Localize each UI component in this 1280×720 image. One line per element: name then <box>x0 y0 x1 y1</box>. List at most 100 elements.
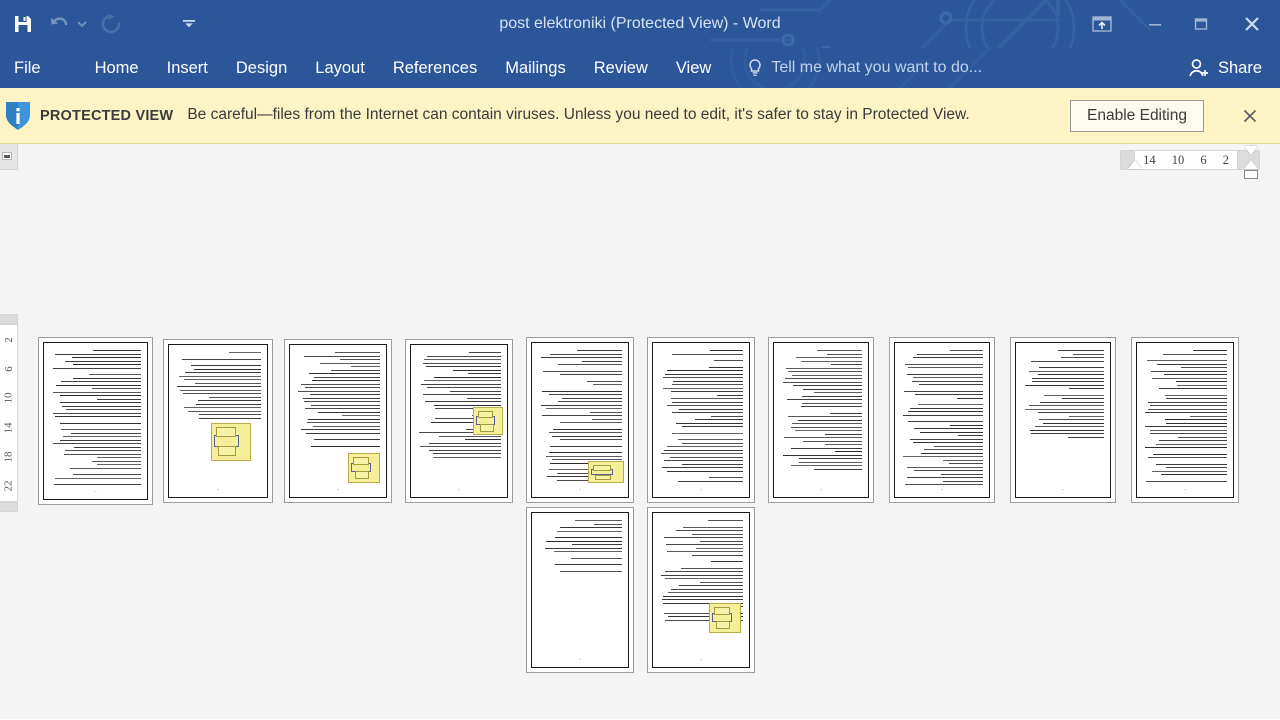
text-line <box>1159 440 1227 442</box>
tab-references[interactable]: References <box>379 48 491 88</box>
share-button[interactable]: Share <box>1174 48 1280 88</box>
maximize-button[interactable] <box>1178 0 1224 48</box>
text-line <box>1069 415 1104 417</box>
customize-quick-access-button[interactable] <box>174 9 204 39</box>
text-line <box>426 387 501 389</box>
redo-button[interactable] <box>96 9 126 39</box>
share-person-icon <box>1188 58 1210 78</box>
page-thumbnail[interactable]: – <box>889 337 995 503</box>
save-button[interactable] <box>8 9 38 39</box>
tab-mailings[interactable]: Mailings <box>491 48 580 88</box>
page-thumbnail[interactable]: – <box>405 339 513 503</box>
text-line <box>785 367 862 369</box>
text-line <box>940 473 983 475</box>
text-line <box>549 432 622 434</box>
text-line <box>311 445 380 447</box>
close-button[interactable] <box>1224 0 1280 48</box>
text-line <box>710 561 743 563</box>
text-line <box>1176 384 1227 386</box>
page-thumbnail[interactable]: – <box>526 337 634 503</box>
close-message-bar-button[interactable] <box>1238 104 1262 128</box>
text-line <box>913 442 983 444</box>
minimize-button[interactable] <box>1132 0 1178 48</box>
first-line-indent-marker[interactable] <box>1244 146 1258 155</box>
tab-view[interactable]: View <box>662 48 725 88</box>
text-line <box>957 435 983 437</box>
ruler-corner-box[interactable] <box>0 144 18 170</box>
tab-review[interactable]: Review <box>580 48 662 88</box>
text-line <box>185 372 261 374</box>
document-workspace[interactable]: 14 10 6 2 2 6 10 14 18 22 – – – – – – – – – – – – <box>0 144 1280 719</box>
text-line <box>907 367 983 369</box>
text-line <box>661 467 743 469</box>
text-line <box>666 551 743 553</box>
text-line <box>571 544 622 546</box>
tab-file[interactable]: File <box>0 48 57 88</box>
text-line <box>425 366 501 368</box>
text-line <box>1037 412 1104 414</box>
horizontal-ruler[interactable]: 14 10 6 2 <box>1134 150 1238 170</box>
text-line <box>682 526 743 528</box>
undo-button[interactable] <box>44 9 74 39</box>
page-thumbnail[interactable]: – <box>526 507 634 673</box>
page-thumbnail[interactable]: – <box>1010 337 1116 503</box>
page-thumbnail[interactable]: – <box>647 507 755 673</box>
text-line <box>70 467 141 469</box>
page-thumbnail[interactable]: – <box>38 337 153 505</box>
tell-me-search[interactable]: Tell me what you want to do... <box>747 48 982 88</box>
text-line <box>791 465 862 467</box>
text-line <box>1180 367 1227 369</box>
text-line <box>784 437 862 439</box>
hruler-tick: 2 <box>1222 152 1229 167</box>
redo-icon <box>101 14 121 34</box>
text-line <box>1058 350 1104 352</box>
text-line <box>542 390 622 392</box>
text-line <box>594 523 622 525</box>
maximize-icon <box>1194 18 1208 30</box>
page-number: – <box>458 486 460 491</box>
vertical-ruler[interactable]: 2 6 10 14 18 22 <box>0 324 18 502</box>
text-line <box>796 357 862 359</box>
text-line <box>350 366 380 368</box>
text-line <box>574 520 622 522</box>
tab-design[interactable]: Design <box>222 48 301 88</box>
text-line <box>421 383 501 385</box>
text-line <box>1176 381 1227 383</box>
text-line <box>1150 370 1227 372</box>
tab-insert[interactable]: Insert <box>153 48 222 88</box>
text-line <box>692 554 743 556</box>
text-line <box>558 401 622 403</box>
tab-home[interactable]: Home <box>81 48 153 88</box>
text-line <box>1153 453 1227 455</box>
text-line <box>1025 408 1104 410</box>
text-line <box>661 453 743 455</box>
left-indent-box-marker[interactable] <box>1244 170 1258 179</box>
text-line <box>802 388 862 390</box>
tab-layout[interactable]: Layout <box>301 48 379 88</box>
page-thumbnail[interactable]: – <box>647 337 755 503</box>
undo-dropdown-button[interactable] <box>74 9 90 39</box>
ribbon-display-options-icon <box>1092 16 1112 32</box>
text-line <box>546 540 622 542</box>
hruler-tick: 6 <box>1200 152 1207 167</box>
page-thumbnail[interactable]: – <box>1131 337 1239 503</box>
text-line <box>1034 426 1104 428</box>
ribbon-display-options-button[interactable] <box>1072 0 1132 48</box>
page-thumbnail[interactable]: – <box>284 339 392 503</box>
text-line <box>427 355 501 357</box>
text-line <box>1039 401 1104 403</box>
text-line <box>560 422 622 424</box>
text-line <box>301 429 380 431</box>
enable-editing-button[interactable]: Enable Editing <box>1070 99 1204 132</box>
text-line <box>571 557 622 559</box>
page-thumbnail[interactable]: – <box>163 339 273 503</box>
page-number: – <box>700 486 702 491</box>
page-thumbnail[interactable]: – <box>768 337 874 503</box>
text-line <box>662 595 743 597</box>
page-number: – <box>94 488 97 493</box>
titlebar-decoration <box>710 0 1150 48</box>
diagram-node <box>478 411 493 419</box>
left-indent-marker[interactable] <box>1128 160 1142 169</box>
text-line <box>52 412 141 414</box>
hanging-indent-marker[interactable] <box>1244 160 1258 169</box>
